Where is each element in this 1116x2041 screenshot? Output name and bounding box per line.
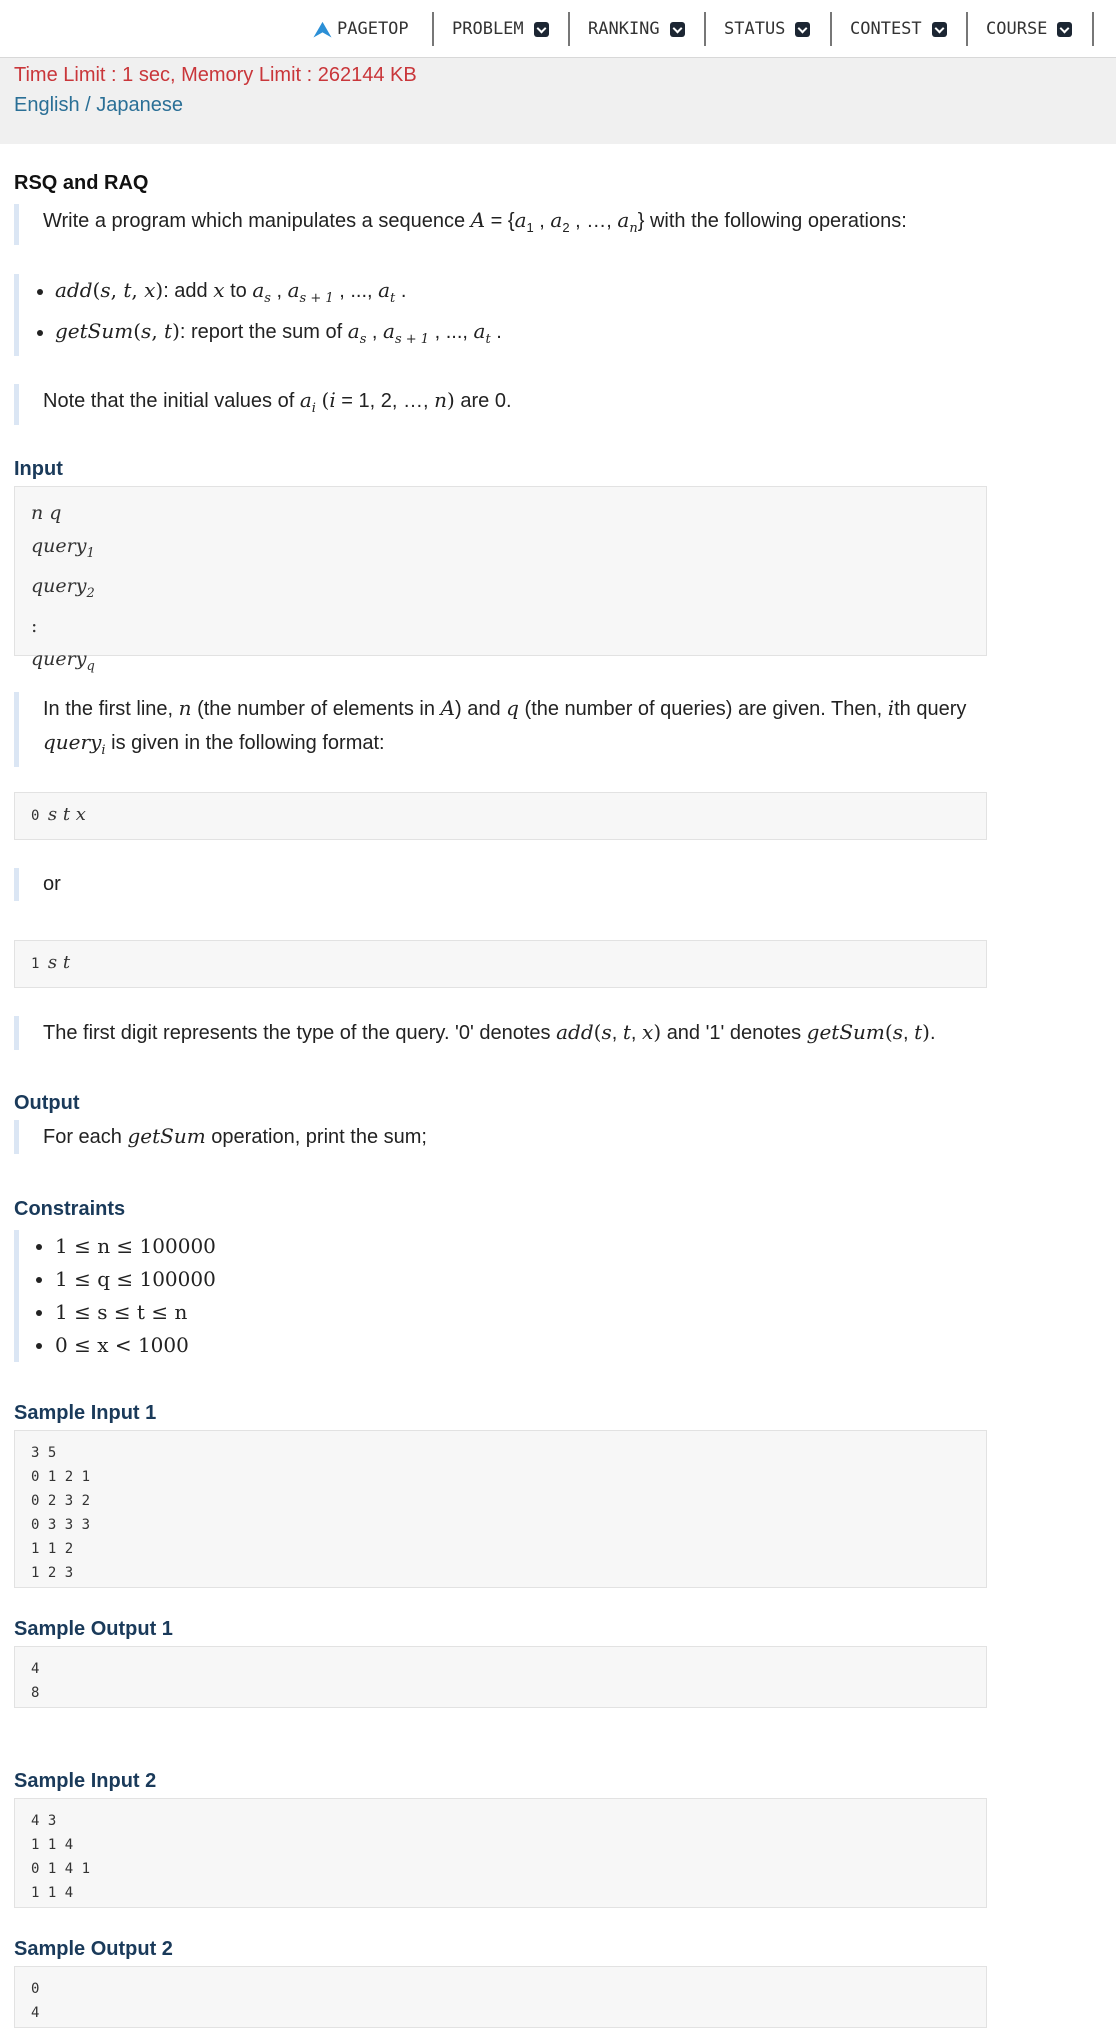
nav-status[interactable]: STATUS [724,12,811,46]
sample-input-1-box: 3 5 0 1 2 1 0 2 3 2 0 3 3 3 1 1 2 1 2 3 [14,1430,987,1588]
problem-title: RSQ and RAQ [14,172,149,194]
nav-problem[interactable]: PROBLEM [452,12,549,46]
sample-input-2: 4 3 1 1 4 0 1 4 1 1 1 4 [31,1813,91,1901]
chevron-down-icon [1057,21,1073,37]
nav-divider [568,12,570,46]
sample-output-1-heading: Sample Output 1 [14,1618,173,1640]
input-format-box: n q query1 query2 : queryq [14,486,987,673]
constraints-list: 1 ≤ n ≤ 100000 1 ≤ q ≤ 100000 1 ≤ s ≤ t … [14,1230,1014,1362]
nav-divider [704,12,706,46]
chevron-down-icon [795,21,811,37]
or-text: or [14,868,1014,901]
input-description: In the first line, n (the number of elem… [14,692,1014,767]
output-description: For each getSum operation, print the sum… [14,1120,1014,1154]
sample-output-2: 0 4 [31,1981,40,2021]
sample-input-1-heading: Sample Input 1 [14,1402,157,1424]
add-query-format: 0 s t x [14,792,987,840]
sample-input-2-heading: Sample Input 2 [14,1770,157,1792]
nav-ranking[interactable]: RANKING [588,12,685,46]
initial-values-note: Note that the initial values of ai (i = … [14,384,1014,425]
chevron-down-icon [931,21,947,37]
nav-divider [830,12,832,46]
list-item: 1 ≤ n ≤ 100000 [55,1230,1014,1263]
chevron-down-icon [533,21,549,37]
language-switch: English / Japanese [14,94,184,116]
up-arrow-icon: ⮝ [314,17,331,41]
nav-divider [966,12,968,46]
nav-pagetop[interactable]: ⮝ PAGETOP [314,12,409,46]
nav-contest[interactable]: CONTEST [850,12,947,46]
list-item: 1 ≤ s ≤ t ≤ n [55,1296,1014,1329]
output-heading: Output [14,1092,80,1114]
problem-header: Time Limit : 1 sec, Memory Limit : 26214… [0,58,1116,144]
sample-output-2-box: 0 4 [14,1966,987,2028]
sample-output-2-heading: Sample Output 2 [14,1938,173,1960]
list-item: 0 ≤ x < 1000 [55,1329,1014,1362]
query-type-description: The first digit represents the type of t… [14,1016,1014,1050]
lang-japanese-link[interactable]: Japanese [96,94,183,116]
sample-input-2-box: 4 3 1 1 4 0 1 4 1 1 1 4 [14,1798,987,1908]
nav-divider [432,12,434,46]
chevron-down-icon [669,21,685,37]
problem-intro: Write a program which manipulates a sequ… [14,204,1014,245]
list-item: 1 ≤ q ≤ 100000 [55,1263,1014,1296]
sample-output-1: 4 8 [31,1661,40,1701]
lang-english-link[interactable]: English [14,94,80,116]
input-heading: Input [14,458,63,480]
time-memory-limit: Time Limit : 1 sec, Memory Limit : 26214… [14,64,417,86]
nav-divider [1092,12,1094,46]
operations-list: add(s, t, x): add x to as , as + 1 , ...… [14,274,1014,356]
getsum-query-format: 1 s t [14,940,987,988]
sample-output-1-box: 4 8 [14,1646,987,1708]
list-item: add(s, t, x): add x to as , as + 1 , ...… [55,274,1014,315]
top-nav: ⮝ PAGETOP PROBLEM RANKING STATUS CONTEST… [0,0,1116,58]
sample-input-1: 3 5 0 1 2 1 0 2 3 2 0 3 3 3 1 1 2 1 2 3 [31,1445,91,1581]
nav-course[interactable]: COURSE [986,12,1073,46]
list-item: getSum(s, t): report the sum of as , as … [55,315,1014,356]
constraints-heading: Constraints [14,1198,126,1220]
